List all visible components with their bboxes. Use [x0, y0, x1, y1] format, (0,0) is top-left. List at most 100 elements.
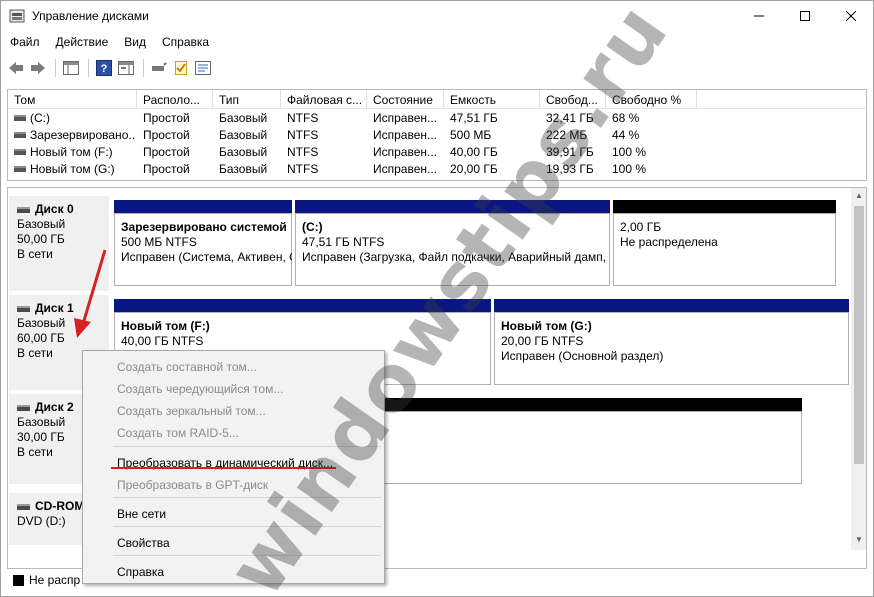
menu-create-spanned-volume[interactable]: Создать составной том... [84, 356, 383, 378]
menu-separator [113, 446, 381, 447]
volume-free-space: 39,91 ГБ [546, 145, 594, 159]
show-hide-action-pane-button[interactable] [116, 58, 136, 78]
disk-name: Диск 0 [35, 202, 74, 216]
connect-drive-button[interactable] [149, 58, 169, 78]
back-button[interactable] [6, 58, 26, 78]
menu-help[interactable]: Справка [84, 561, 383, 583]
menu-offline[interactable]: Вне сети [84, 503, 383, 525]
scroll-thumb[interactable] [854, 206, 864, 464]
disk-name: CD-ROM [35, 499, 85, 513]
menu-separator [113, 497, 381, 498]
disk-icon [17, 206, 30, 213]
close-button[interactable] [828, 1, 874, 31]
partition-status: Исправен (Загрузка, Файл подкачки, Авари… [302, 250, 610, 264]
volume-type: Базовый [219, 111, 268, 125]
help-icon: ? [96, 60, 112, 76]
volume-row[interactable]: Новый том (G:) Простой Базовый NTFS Испр… [8, 161, 866, 178]
partition-c[interactable]: (C:) 47,51 ГБ NTFS Исправен (Загрузка, Ф… [295, 200, 610, 286]
menu-view[interactable]: Вид [115, 33, 153, 53]
partition-unallocated-disk-0[interactable]: 2,00 ГБ Не распределена [613, 200, 836, 286]
partition-size: 500 МБ NTFS [121, 235, 197, 249]
menu-action[interactable]: Действие [47, 33, 116, 53]
partition-name: Новый том (G:) [501, 319, 592, 333]
menu-create-mirrored-volume[interactable]: Создать зеркальный том... [84, 400, 383, 422]
menu-properties[interactable]: Свойства [84, 532, 383, 554]
column-header-type[interactable]: Тип [213, 90, 281, 109]
volume-row[interactable]: Зарезервировано... Простой Базовый NTFS … [8, 127, 866, 144]
volume-type: Базовый [219, 145, 268, 159]
toolbar-separator [88, 59, 89, 77]
window-title: Управление дисками [32, 9, 149, 23]
volume-file-system: NTFS [287, 145, 319, 159]
toolbar: ? [1, 55, 873, 81]
disk-management-window: Управление дисками Файл Действие Вид Спр… [0, 0, 874, 597]
column-header-free-space[interactable]: Свобод... [540, 90, 606, 109]
partition-status: Не распределена [620, 235, 718, 249]
close-icon [846, 11, 856, 21]
vertical-scrollbar[interactable]: ▲ ▼ [851, 188, 866, 550]
volume-file-system: NTFS [287, 128, 319, 142]
volume-capacity: 500 МБ [450, 128, 492, 142]
column-header-percent-free[interactable]: Свободно % [606, 90, 697, 109]
minimize-icon [754, 15, 764, 17]
volume-layout: Простой [143, 162, 190, 176]
volume-layout: Простой [143, 111, 190, 125]
volume-free-space: 19,93 ГБ [546, 162, 594, 176]
forward-button[interactable] [28, 58, 48, 78]
menu-convert-to-dynamic-disk[interactable]: Преобразовать в динамический диск... [84, 452, 383, 474]
properties-icon [195, 61, 211, 75]
volume-layout: Простой [143, 145, 190, 159]
title-bar: Управление дисками [1, 1, 873, 31]
column-header-file-system[interactable]: Файловая с... [281, 90, 367, 109]
properties-button[interactable] [193, 58, 213, 78]
menu-convert-to-gpt-disk[interactable]: Преобразовать в GPT-диск [84, 474, 383, 496]
volume-drive-icon [14, 115, 26, 121]
volume-status: Исправен... [373, 111, 438, 125]
unallocated-swatch [13, 574, 24, 586]
volume-free-space: 222 МБ [546, 128, 588, 142]
check-button[interactable] [171, 58, 191, 78]
menu-file[interactable]: Файл [1, 33, 47, 53]
checklist-icon [175, 61, 187, 75]
column-header-layout[interactable]: Располо... [137, 90, 213, 109]
disk-icon [17, 305, 30, 312]
partition-g[interactable]: Новый том (G:) 20,00 ГБ NTFS Исправен (О… [494, 299, 849, 385]
partition-system-reserved[interactable]: Зарезервировано системой 500 МБ NTFS Исп… [114, 200, 292, 286]
volume-name: (C:) [30, 111, 50, 125]
maximize-icon [800, 11, 810, 21]
volume-name: Новый том (G:) [30, 162, 115, 176]
column-header-status[interactable]: Состояние [367, 90, 444, 109]
volume-list[interactable]: Том Располо... Тип Файловая с... Состоян… [7, 89, 867, 181]
highlight-underline [111, 467, 336, 469]
cdrom-icon [17, 503, 30, 510]
show-hide-console-tree-button[interactable] [61, 58, 81, 78]
scroll-up-icon[interactable]: ▲ [851, 188, 866, 204]
menu-help[interactable]: Справка [153, 33, 216, 53]
volume-file-system: NTFS [287, 162, 319, 176]
svg-text:?: ? [101, 63, 108, 75]
column-header-volume[interactable]: Том [8, 90, 137, 109]
maximize-button[interactable] [782, 1, 828, 31]
menu-separator [113, 526, 381, 527]
partition-size: 20,00 ГБ NTFS [501, 334, 584, 348]
volume-capacity: 40,00 ГБ [450, 145, 498, 159]
menu-create-striped-volume[interactable]: Создать чередующийся том... [84, 378, 383, 400]
disk-type: Базовый [17, 217, 66, 231]
partition-unallocated-disk-2[interactable] [378, 398, 802, 484]
volume-percent-free: 68 % [612, 111, 640, 125]
menu-create-raid5-volume[interactable]: Создать том RAID-5... [84, 422, 383, 444]
toolbar-separator [143, 59, 144, 77]
drive-connect-icon [152, 62, 167, 71]
column-header-capacity[interactable]: Емкость [444, 90, 540, 109]
volume-drive-icon [14, 166, 26, 172]
scroll-down-icon[interactable]: ▼ [851, 532, 866, 548]
volume-layout: Простой [143, 128, 190, 142]
volume-status: Исправен... [373, 162, 438, 176]
minimize-button[interactable] [736, 1, 782, 31]
help-button[interactable]: ? [94, 58, 114, 78]
volume-file-system: NTFS [287, 111, 319, 125]
volume-free-space: 32,41 ГБ [546, 111, 594, 125]
volume-percent-free: 100 % [612, 145, 647, 159]
volume-row[interactable]: Новый том (F:) Простой Базовый NTFS Испр… [8, 144, 866, 161]
volume-row[interactable]: (C:) Простой Базовый NTFS Исправен... 47… [8, 110, 866, 127]
